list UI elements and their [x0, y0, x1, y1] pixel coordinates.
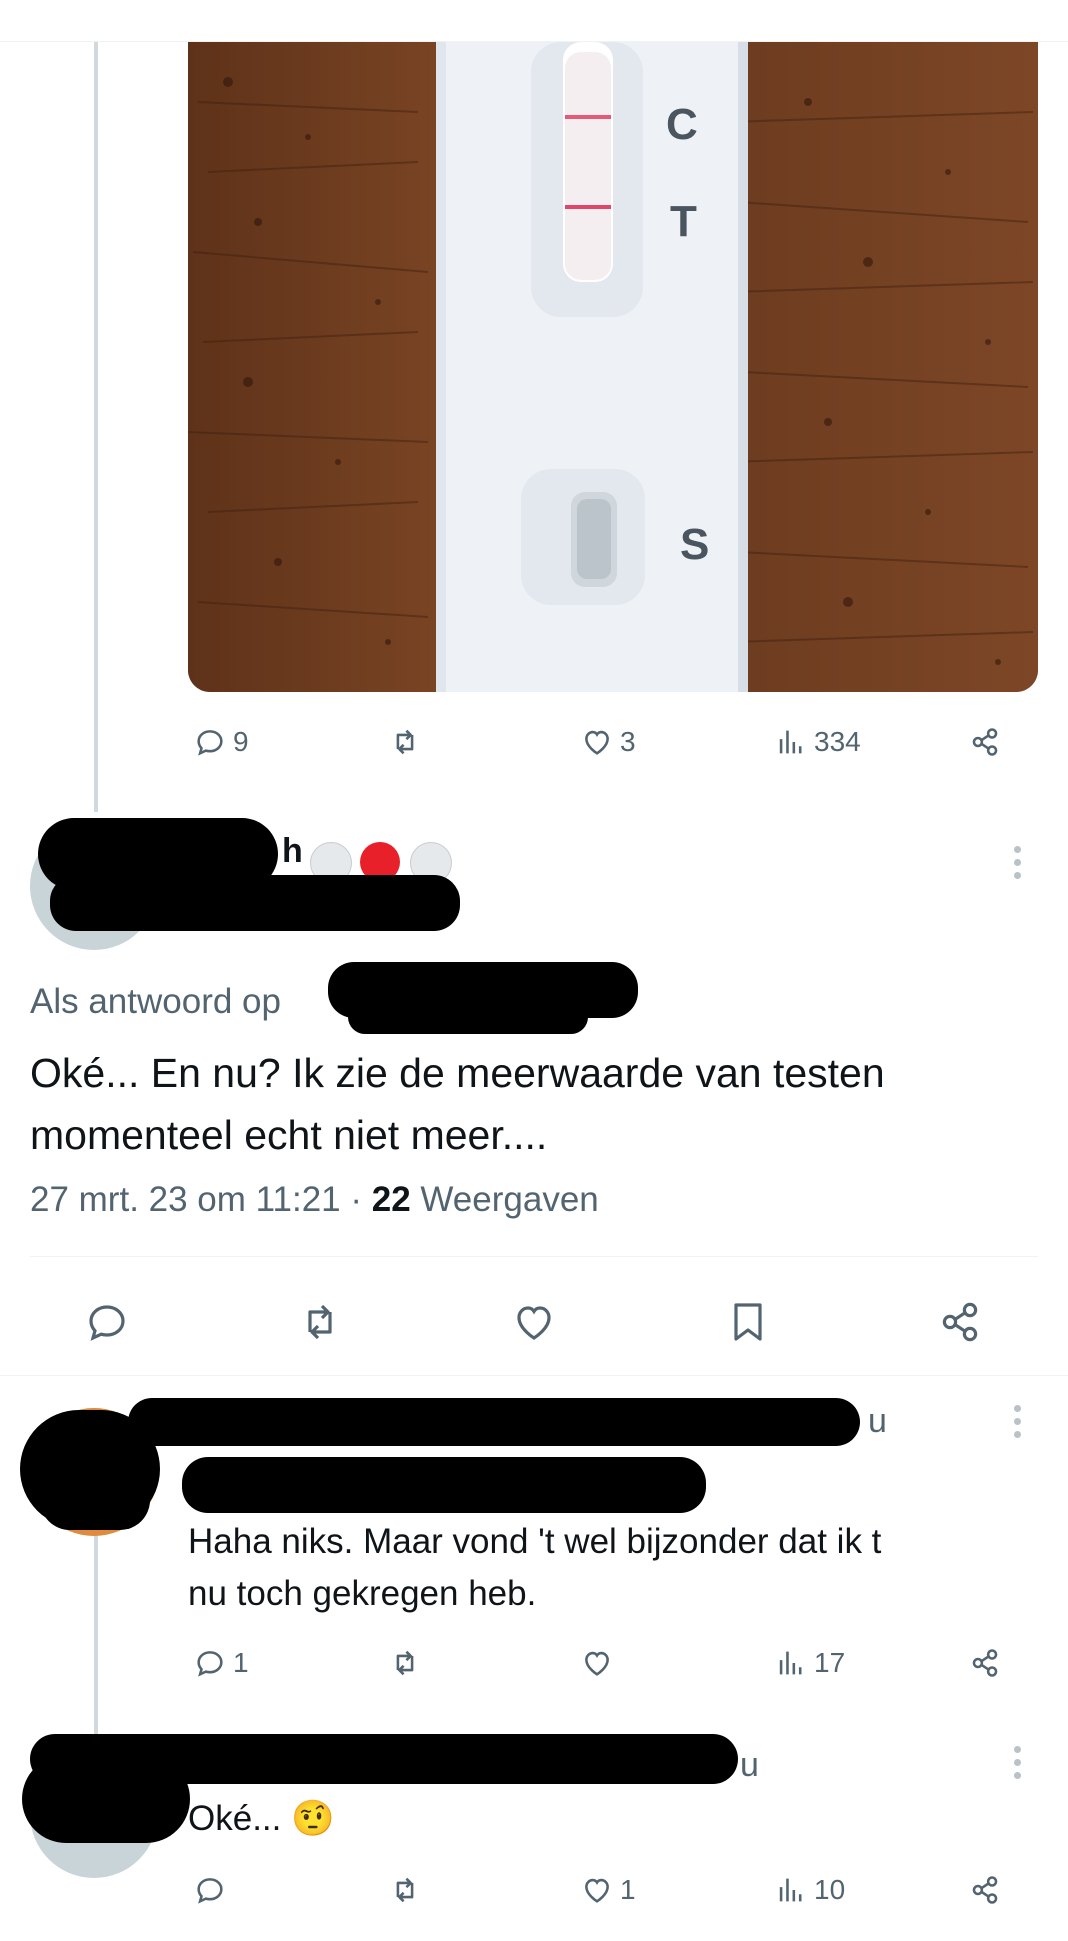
like-button[interactable]: 3 — [580, 725, 636, 759]
share-button[interactable] — [936, 1298, 984, 1346]
tweet-text-line: Oké... En nu? Ik zie de meerwaarde van t… — [30, 1050, 885, 1096]
retweet-icon — [396, 1877, 414, 1903]
share-button[interactable] — [968, 1646, 1002, 1680]
display-name-fragment: u — [868, 1402, 887, 1440]
views-count: 17 — [814, 1647, 846, 1678]
bookmark-button[interactable] — [724, 1298, 772, 1346]
timestamp[interactable]: 27 mrt. 23 om 11:21 · — [30, 1180, 372, 1219]
retweet-icon — [308, 1304, 332, 1340]
retweet-button[interactable] — [388, 725, 422, 759]
thread-line — [94, 42, 98, 812]
like-button[interactable] — [510, 1298, 558, 1346]
reply-icon — [89, 1305, 125, 1341]
retweet-icon — [396, 1650, 414, 1676]
reply-count: 1 — [233, 1647, 249, 1678]
share-icon — [972, 1649, 998, 1677]
reply-text: Haha niks. Maar vond 't wel bijzonder da… — [188, 1516, 1048, 1620]
more-options-icon[interactable] — [1014, 846, 1022, 879]
analytics-icon — [779, 1878, 802, 1902]
heart-icon — [585, 1878, 609, 1903]
tweet-meta: 27 mrt. 23 om 11:21 · 22 Weergaven — [30, 1180, 599, 1220]
share-icon — [972, 1876, 998, 1904]
views-button[interactable]: 10 — [774, 1873, 845, 1907]
retweet-button[interactable] — [296, 1298, 344, 1346]
reply-button[interactable] — [193, 1873, 227, 1907]
analytics-icon — [779, 730, 802, 754]
redaction — [30, 1734, 738, 1784]
test-label-s: S — [680, 520, 710, 569]
views-button[interactable]: 334 — [774, 725, 861, 759]
heart-icon — [585, 730, 609, 755]
test-label-t: T — [670, 197, 697, 246]
more-options-icon[interactable] — [1014, 1746, 1022, 1779]
redaction — [182, 1457, 706, 1513]
views-count: 10 — [814, 1874, 846, 1905]
display-name-fragment: u — [740, 1746, 759, 1784]
retweet-button[interactable] — [388, 1873, 422, 1907]
redaction — [50, 875, 460, 931]
covid-test-photo — [188, 42, 1038, 692]
display-name-fragment: h — [282, 832, 303, 870]
thread-line — [94, 1530, 98, 1740]
reply-text-content: Oké... — [188, 1799, 282, 1838]
reply-button[interactable] — [83, 1298, 131, 1346]
more-options-icon[interactable] — [1014, 1405, 1022, 1438]
raised-eyebrow-emoji: 🤨 — [291, 1799, 335, 1838]
views-count: 22 — [371, 1180, 411, 1219]
share-icon — [972, 728, 998, 756]
redaction — [40, 1470, 150, 1530]
views-button[interactable]: 17 — [774, 1646, 845, 1680]
like-button[interactable]: 1 — [580, 1873, 636, 1907]
reply-count: 9 — [233, 726, 249, 757]
views-label: Weergaven — [410, 1180, 599, 1219]
divider — [0, 1375, 1068, 1376]
tweet-image[interactable]: C T S — [188, 42, 1038, 692]
bookmark-icon — [734, 1303, 762, 1341]
redaction — [128, 1398, 860, 1446]
like-button[interactable] — [580, 1646, 614, 1680]
like-count: 3 — [620, 726, 636, 757]
reply-icon — [197, 1651, 223, 1677]
redaction — [348, 1000, 588, 1034]
share-button[interactable] — [968, 1873, 1002, 1907]
reply-button[interactable]: 9 — [193, 725, 249, 759]
retweet-icon — [396, 729, 414, 755]
test-label-c: C — [666, 100, 698, 149]
like-count: 1 — [620, 1874, 636, 1905]
reply-context: Als antwoord op — [30, 982, 281, 1021]
heart-icon — [517, 1306, 551, 1340]
views-count: 334 — [814, 726, 861, 757]
reply-icon — [197, 730, 223, 756]
reply-button[interactable]: 1 — [193, 1646, 249, 1680]
reply-text-line: Haha niks. Maar vond 't wel bijzonder da… — [188, 1522, 882, 1561]
reply-text-line: nu toch gekregen heb. — [188, 1574, 537, 1613]
tweet-text: Oké... En nu? Ik zie de meerwaarde van t… — [30, 1042, 1040, 1166]
share-button[interactable] — [968, 725, 1002, 759]
divider — [30, 1256, 1038, 1257]
share-icon — [942, 1302, 978, 1342]
retweet-button[interactable] — [388, 1646, 422, 1680]
reply-icon — [197, 1878, 223, 1904]
tweet-text-line: momenteel echt niet meer.... — [30, 1112, 548, 1158]
reply-text: Oké... 🤨 — [188, 1798, 335, 1839]
analytics-icon — [779, 1651, 802, 1675]
heart-icon — [585, 1651, 609, 1676]
